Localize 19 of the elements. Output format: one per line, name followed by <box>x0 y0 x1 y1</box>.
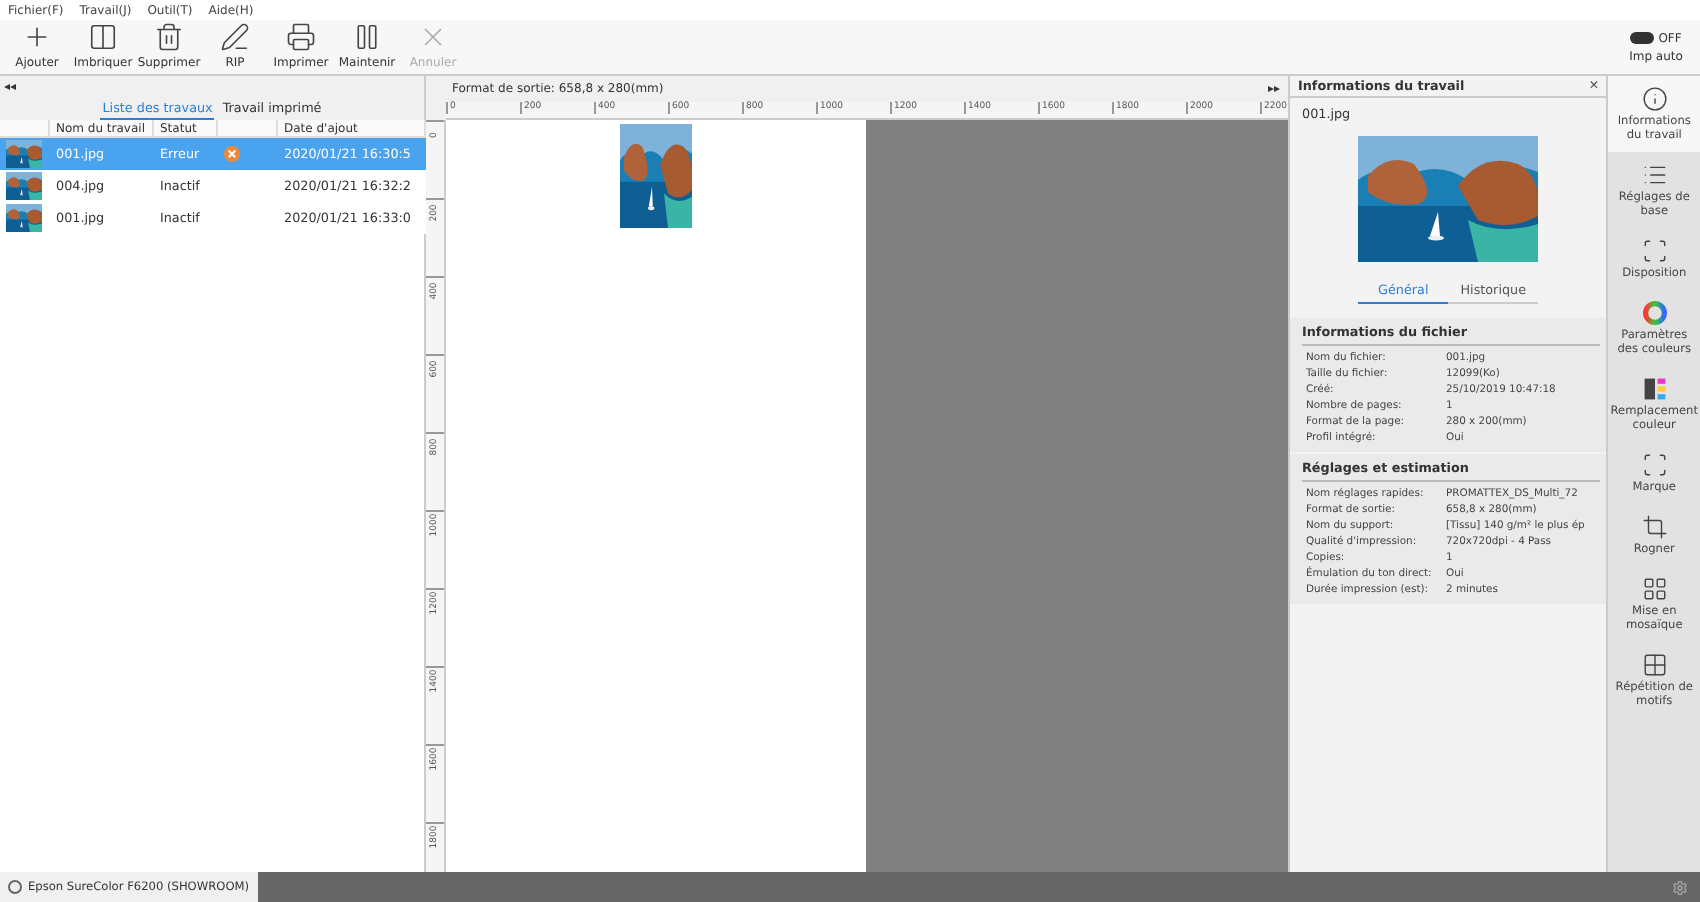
color-wheel-icon <box>1641 300 1668 326</box>
frame-icon <box>1641 452 1668 478</box>
frame-icon <box>1641 238 1668 264</box>
settings-icon[interactable] <box>1672 879 1688 895</box>
add-icon <box>22 22 52 52</box>
grid-icon <box>1641 652 1668 678</box>
info-icon <box>1641 86 1668 112</box>
toggle-switch[interactable] <box>1630 32 1655 44</box>
table-cell[interactable] <box>0 138 50 170</box>
color-bars-icon <box>1641 376 1668 402</box>
crop-icon <box>1641 514 1668 540</box>
close-button[interactable]: × <box>1589 78 1599 94</box>
tiles-icon <box>1641 576 1668 602</box>
printer-icon <box>286 22 316 52</box>
pause-icon <box>352 22 382 52</box>
pen-icon <box>220 22 250 52</box>
error-icon <box>224 146 240 162</box>
trash-icon <box>154 22 184 52</box>
panels-icon <box>88 22 118 52</box>
